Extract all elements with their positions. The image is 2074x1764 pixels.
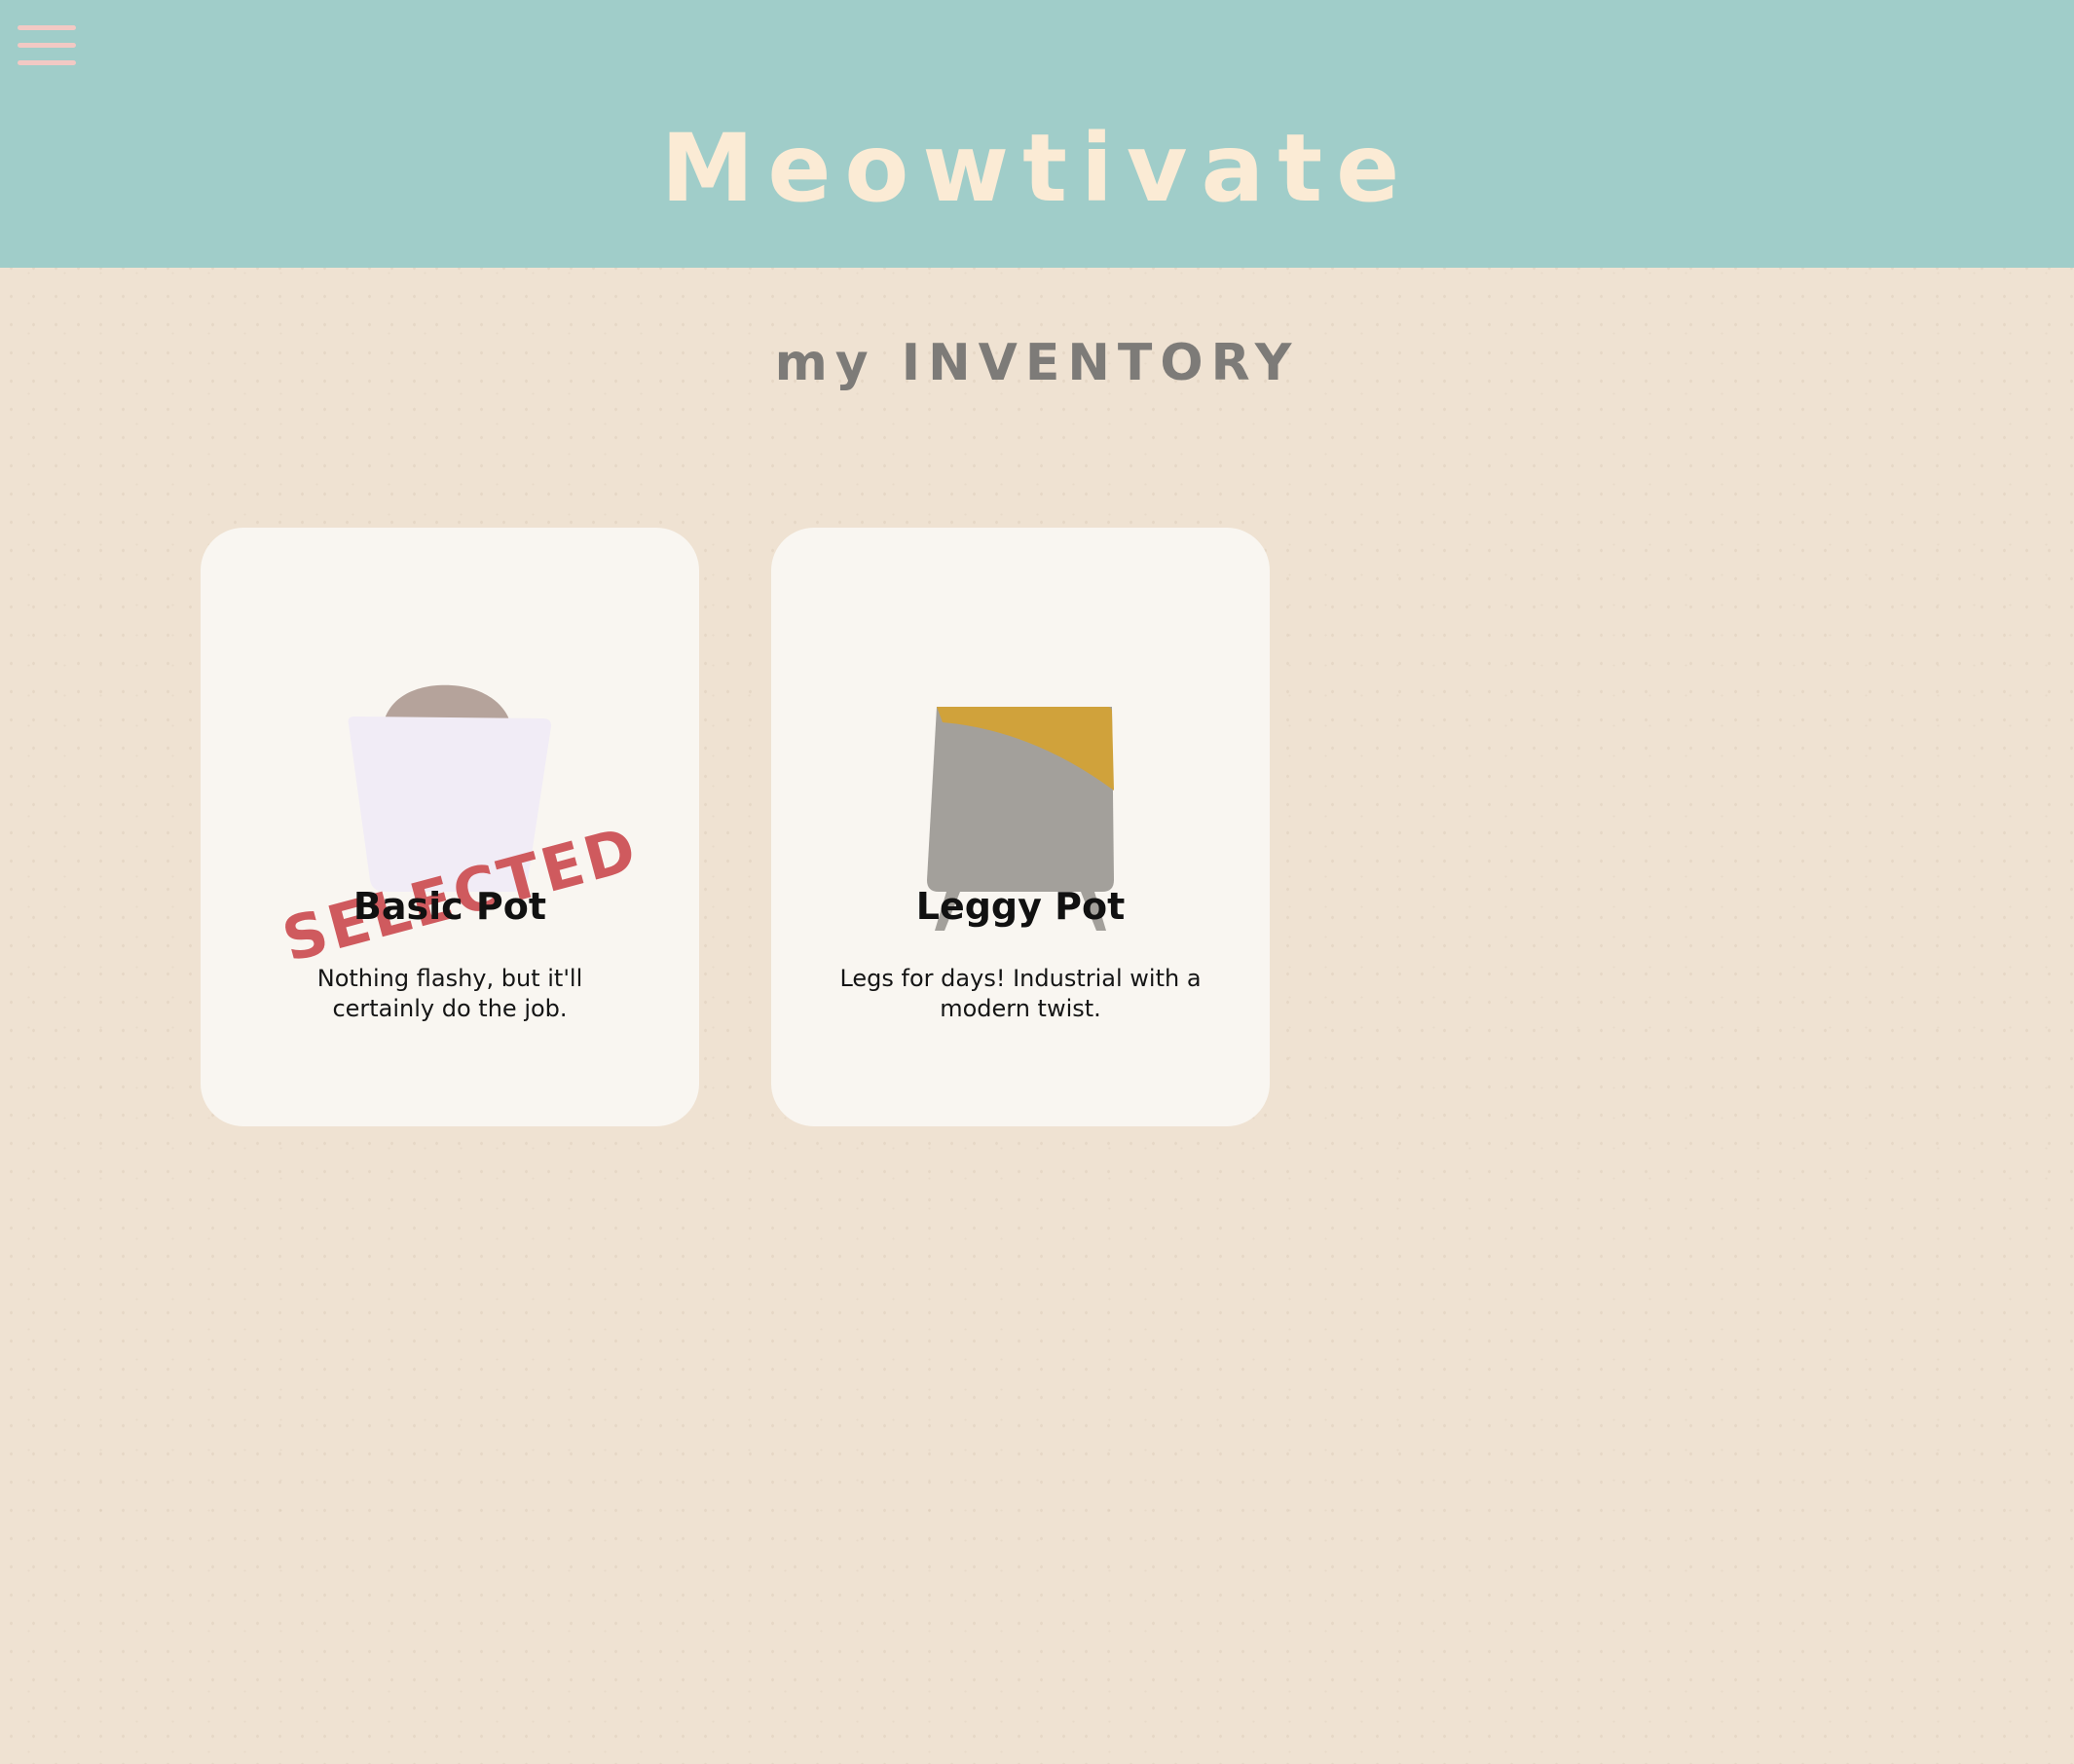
menu-bar [18,60,76,65]
app-header: Meowtivate [0,0,2074,268]
leggy-pot-icon [771,625,1270,931]
pot-soil [384,684,510,722]
item-description: Nothing flashy, but it'll certainly do t… [316,965,583,1022]
inventory-item-leggy-pot[interactable]: Leggy Pot Legs for days! Industrial with… [771,528,1270,1126]
menu-bar [18,43,76,48]
item-description: Legs for days! Industrial with a modern … [839,965,1202,1022]
item-name: Leggy Pot [915,885,1126,928]
hamburger-menu-icon[interactable] [18,23,76,66]
basic-pot-icon: SELECTED [201,625,699,975]
inventory-item-basic-pot[interactable]: SELECTED Basic Pot Nothing flashy, but i… [201,528,699,1126]
app-title: Meowtivate [660,114,1414,223]
menu-bar [18,25,76,30]
page-heading: my INVENTORY [774,334,1300,392]
item-name: Basic Pot [352,885,547,928]
